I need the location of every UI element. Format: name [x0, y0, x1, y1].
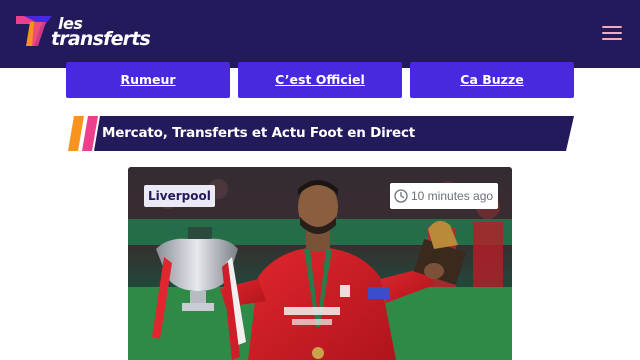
article-tag[interactable]: Liverpool — [144, 185, 215, 207]
article-time: 10 minutes ago — [390, 183, 499, 209]
nav-button-cest-officiel[interactable]: C’est Officiel — [238, 62, 402, 98]
logo-text-transferts: transferts — [51, 28, 151, 50]
nav-button-ca-buzze[interactable]: Ca Buzze — [410, 62, 574, 98]
clock-icon — [394, 189, 408, 203]
top-header: les transferts — [0, 0, 640, 68]
hamburger-icon[interactable] — [602, 24, 624, 42]
article-time-text: 10 minutes ago — [411, 189, 494, 203]
site-logo[interactable]: les transferts — [16, 14, 176, 54]
section-title: Mercato, Transferts et Actu Foot en Dire… — [102, 125, 416, 141]
section-banner: Mercato, Transferts et Actu Foot en Dire… — [68, 116, 574, 151]
nav-button-rumeur[interactable]: Rumeur — [66, 62, 230, 98]
article-card[interactable]: Liverpool 10 minutes ago — [128, 167, 512, 360]
